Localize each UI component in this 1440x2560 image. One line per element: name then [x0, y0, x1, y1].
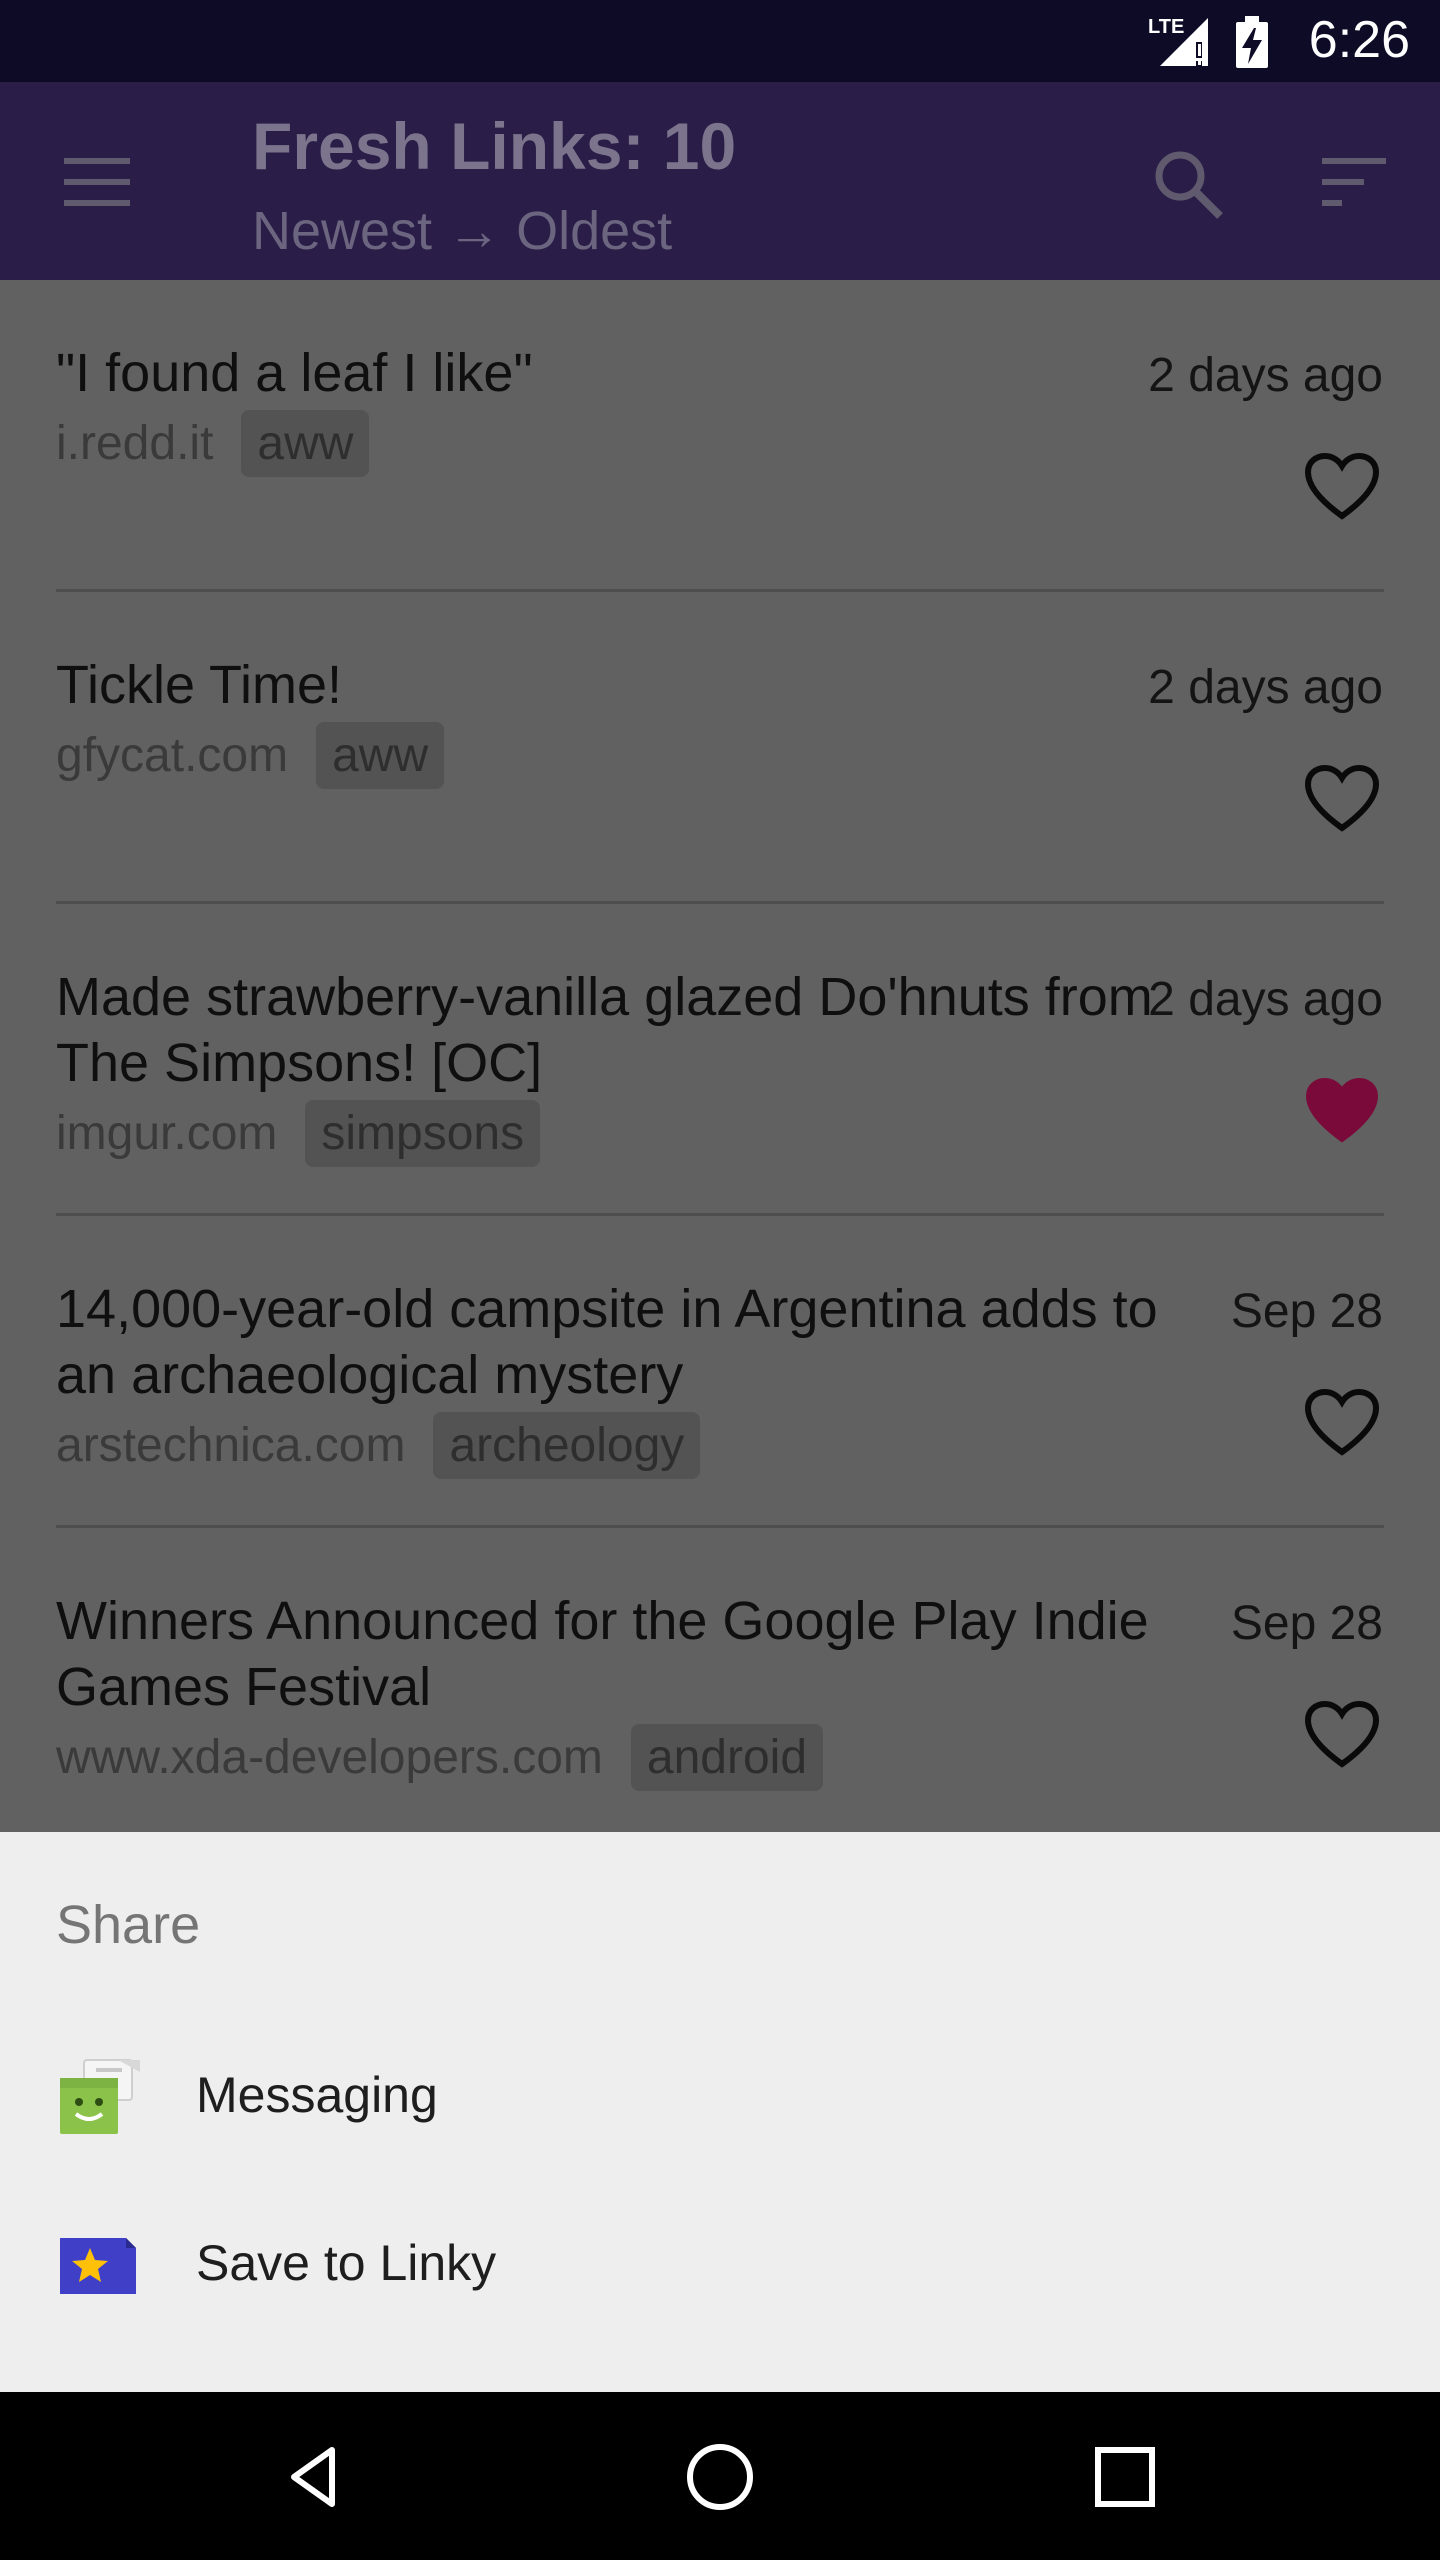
link-meta: arstechnica.com archeology: [56, 1412, 701, 1479]
link-meta: gfycat.com aww: [56, 722, 445, 789]
link-domain: arstechnica.com: [56, 1419, 406, 1472]
link-tag: aww: [316, 722, 445, 789]
status-time: 6:26: [1308, 11, 1410, 69]
home-icon[interactable]: [675, 2432, 765, 2522]
page-subtitle: Newest → Oldest: [252, 201, 673, 261]
link-tag: archeology: [433, 1412, 701, 1479]
list-item[interactable]: "I found a leaf I like" 2 days ago i.red…: [0, 280, 1440, 592]
link-title: Winners Announced for the Google Play In…: [56, 1591, 1149, 1717]
link-title: Tickle Time!: [56, 655, 343, 715]
link-domain: i.redd.it: [56, 417, 214, 470]
heart-outline-icon[interactable]: [1304, 1388, 1380, 1458]
linky-app-icon: [60, 2238, 136, 2294]
lte-label: LTE: [1148, 16, 1185, 38]
link-title: Made strawberry-vanilla glazed Do'hnuts …: [56, 967, 1153, 1093]
share-sheet-title: Share: [56, 1895, 201, 1955]
link-time: 2 days ago: [1148, 661, 1383, 714]
list-item[interactable]: Tickle Time! 2 days ago gfycat.com aww: [0, 592, 1440, 904]
list-item[interactable]: 14,000-year-old campsite in Argentina ad…: [0, 1216, 1440, 1528]
status-bar: LTE 6:26: [0, 0, 1440, 82]
share-sheet: Share Messaging Save to Linky: [0, 1832, 1440, 2392]
link-time: 2 days ago: [1148, 973, 1383, 1026]
list-item[interactable]: Made strawberry-vanilla glazed Do'hnuts …: [0, 904, 1440, 1216]
back-icon[interactable]: [270, 2432, 360, 2522]
heart-outline-icon[interactable]: [1304, 452, 1380, 522]
link-title: "I found a leaf I like": [56, 343, 533, 403]
status-icons: LTE: [1148, 14, 1270, 70]
share-option-label: Messaging: [196, 2067, 438, 2123]
link-domain: gfycat.com: [56, 729, 289, 782]
share-option-messaging[interactable]: Messaging: [0, 2014, 1440, 2182]
link-tag: aww: [241, 410, 370, 477]
share-option-label: Save to Linky: [196, 2235, 497, 2291]
link-time: Sep 28: [1230, 1285, 1383, 1338]
navigation-bar: [0, 2392, 1440, 2560]
sort-icon[interactable]: [1318, 154, 1390, 210]
link-title: 14,000-year-old campsite in Argentina ad…: [56, 1279, 1158, 1405]
link-meta: imgur.com simpsons: [56, 1100, 541, 1167]
share-option-save-to-linky[interactable]: Save to Linky: [0, 2182, 1440, 2350]
link-time: 2 days ago: [1148, 349, 1383, 402]
link-tag: android: [630, 1724, 824, 1791]
link-domain: www.xda-developers.com: [56, 1731, 603, 1784]
link-domain: imgur.com: [56, 1107, 278, 1160]
recents-icon[interactable]: [1080, 2432, 1170, 2522]
messaging-app-icon: [60, 2059, 140, 2134]
battery-icon: [1236, 16, 1268, 68]
menu-icon[interactable]: [58, 152, 138, 212]
heart-outline-icon[interactable]: [1304, 1700, 1380, 1770]
link-time: Sep 28: [1230, 1597, 1383, 1650]
link-tag: simpsons: [305, 1100, 541, 1167]
heart-outline-icon[interactable]: [1304, 764, 1380, 834]
link-meta: i.redd.it aww: [56, 410, 370, 477]
list-item[interactable]: Winners Announced for the Google Play In…: [0, 1528, 1440, 1840]
link-meta: www.xda-developers.com android: [56, 1724, 824, 1791]
heart-filled-icon[interactable]: [1304, 1076, 1380, 1146]
page-title: Fresh Links: 10: [252, 109, 737, 183]
search-icon[interactable]: [1150, 146, 1226, 222]
